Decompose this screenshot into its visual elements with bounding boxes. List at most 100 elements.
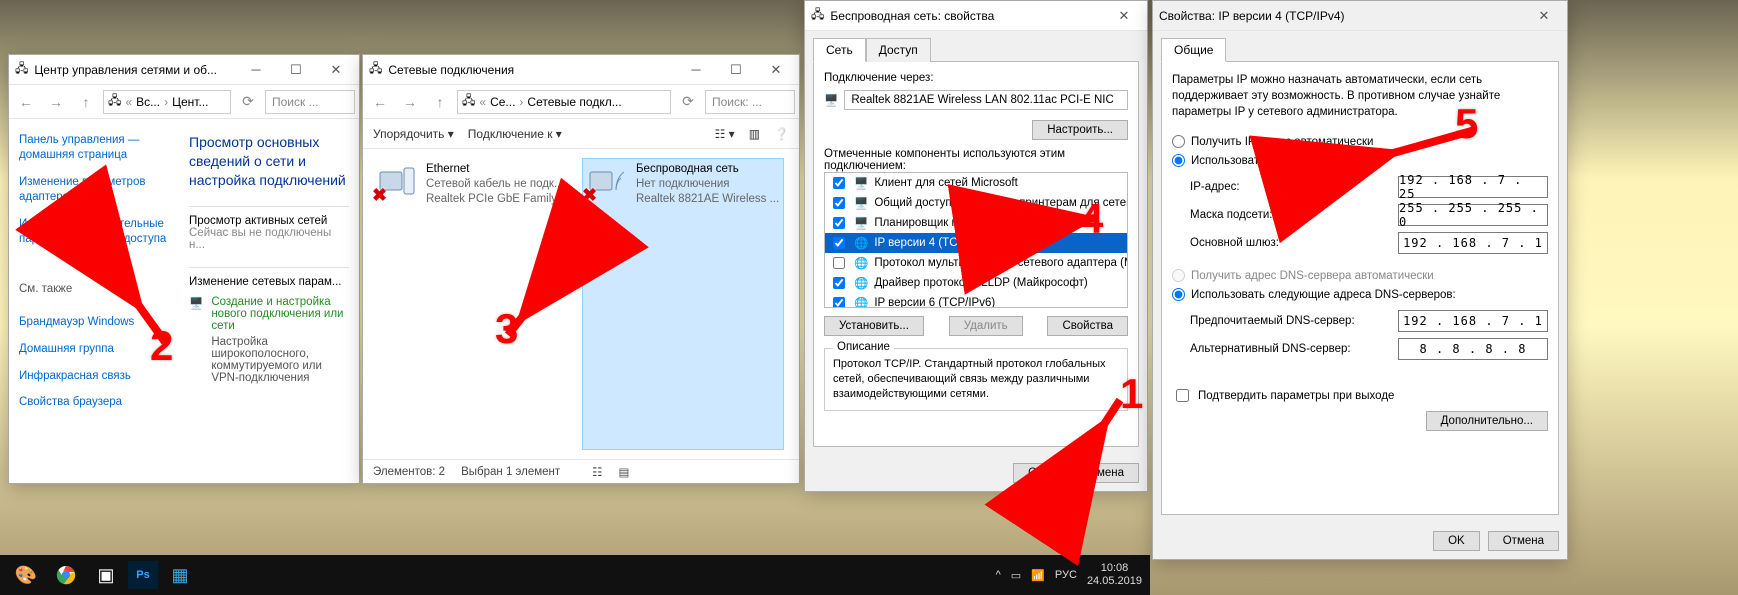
- crumb-part[interactable]: Цент...: [172, 95, 208, 109]
- new-connection-desc: Настройка широкополосного, коммутируемог…: [211, 336, 349, 384]
- tray-battery-icon[interactable]: ▭: [1011, 569, 1021, 582]
- window-title: Беспроводная сеть: свойства: [830, 9, 1101, 23]
- tray-wifi-icon[interactable]: 📶: [1031, 569, 1045, 582]
- back-button[interactable]: ←: [13, 89, 39, 115]
- search-input[interactable]: Поиск: ...: [705, 90, 795, 114]
- titlebar[interactable]: 🖧 Сетевые подключения ─ ☐ ✕: [363, 55, 799, 85]
- cp-home-link[interactable]: Панель управления — домашняя страница: [19, 133, 169, 163]
- connection-name: Беспроводная сеть: [636, 162, 779, 177]
- dns-manual-radio-row[interactable]: Использовать следующие адреса DNS-сервер…: [1172, 288, 1548, 301]
- titlebar[interactable]: 🖧 Беспроводная сеть: свойства ✕: [805, 1, 1147, 31]
- component-row[interactable]: 🌐Драйвер протокола LLDP (Майкрософт): [825, 273, 1127, 293]
- tray-chevron-icon[interactable]: ^: [996, 569, 1001, 581]
- gateway-field[interactable]: 192 . 168 . 7 . 1: [1398, 232, 1548, 254]
- refresh-button[interactable]: ⟳: [675, 89, 701, 115]
- show-toolbar-button[interactable]: ▥: [749, 127, 760, 141]
- tray-lang[interactable]: РУС: [1055, 569, 1077, 581]
- component-checkbox[interactable]: [833, 237, 845, 249]
- component-row[interactable]: 🖥️Клиент для сетей Microsoft: [825, 173, 1127, 193]
- component-row[interactable]: 🌐IP версии 6 (TCP/IPv6): [825, 293, 1127, 308]
- maximize-button[interactable]: ☐: [279, 59, 313, 81]
- search-input[interactable]: Поиск ...: [265, 90, 355, 114]
- dns-manual-radio[interactable]: [1172, 288, 1185, 301]
- ip-field[interactable]: 192 . 168 . 7 . 25: [1398, 176, 1548, 198]
- component-checkbox[interactable]: [833, 217, 845, 229]
- browser-props-link[interactable]: Свойства браузера: [19, 395, 169, 410]
- ip-manual-radio[interactable]: [1172, 154, 1185, 167]
- cancel-button[interactable]: Отмена: [1068, 463, 1139, 483]
- forward-button[interactable]: →: [397, 89, 423, 115]
- breadcrumb[interactable]: 🖧 « Вс... › Цент...: [103, 90, 231, 114]
- wifi-connection[interactable]: ✖ Беспроводная сеть Нет подключения Real…: [583, 159, 783, 449]
- system-tray[interactable]: ^ ▭ 📶 РУС 10:08 24.05.2019: [996, 562, 1142, 588]
- component-checkbox[interactable]: [833, 277, 845, 289]
- crumb-part[interactable]: Вс...: [136, 95, 160, 109]
- crumb-part[interactable]: Се...: [490, 95, 515, 109]
- taskbar-app-icon[interactable]: ▦: [162, 558, 198, 592]
- advanced-button[interactable]: Дополнительно...: [1426, 411, 1548, 431]
- refresh-button[interactable]: ⟳: [235, 89, 261, 115]
- ip-auto-radio[interactable]: [1172, 135, 1185, 148]
- breadcrumb[interactable]: 🖧 « Се... › Сетевые подкл...: [457, 90, 671, 114]
- taskbar-terminal-icon[interactable]: ▣: [88, 558, 124, 592]
- view-details-button[interactable]: ☷: [592, 465, 602, 479]
- close-button[interactable]: ✕: [319, 59, 353, 81]
- description-text: Протокол TCP/IP. Стандартный протокол гл…: [833, 357, 1119, 402]
- connection-status: Сетевой кабель не подк...: [426, 177, 570, 192]
- view-icons-button[interactable]: ☷ ▾: [715, 127, 735, 141]
- organize-menu[interactable]: Упорядочить ▾: [373, 127, 454, 141]
- view-tiles-button[interactable]: ▤: [618, 465, 629, 479]
- install-button[interactable]: Установить...: [824, 316, 924, 336]
- crumb-part[interactable]: Сетевые подкл...: [527, 95, 621, 109]
- ip-manual-radio-row[interactable]: Использовать следующий IP-адрес:: [1172, 154, 1548, 167]
- taskbar-paint-icon[interactable]: 🎨: [8, 558, 44, 592]
- close-button[interactable]: ✕: [1527, 5, 1561, 27]
- tab-general[interactable]: Общие: [1161, 38, 1226, 62]
- homegroup-link[interactable]: Домашняя группа: [19, 342, 169, 357]
- back-button[interactable]: ←: [367, 89, 393, 115]
- firewall-link[interactable]: Брандмауэр Windows: [19, 315, 169, 330]
- dns1-label: Предпочитаемый DNS-сервер:: [1190, 315, 1388, 327]
- taskbar[interactable]: 🎨 ▣ Ps ▦ ^ ▭ 📶 РУС 10:08 24.05.2019: [0, 555, 1150, 595]
- tab-network[interactable]: Сеть: [813, 38, 866, 62]
- ok-button[interactable]: OK: [1433, 531, 1480, 551]
- connect-to-menu[interactable]: Подключение к ▾: [468, 127, 562, 141]
- tab-sharing[interactable]: Доступ: [866, 38, 931, 62]
- close-button[interactable]: ✕: [759, 59, 793, 81]
- titlebar[interactable]: Свойства: IP версии 4 (TCP/IPv4) ✕: [1153, 1, 1567, 31]
- titlebar[interactable]: 🖧 Центр управления сетями и об... ─ ☐ ✕: [9, 55, 359, 85]
- sharing-settings-link[interactable]: Изменить дополнительные параметры общего…: [19, 217, 169, 247]
- properties-button[interactable]: Свойства: [1047, 316, 1128, 336]
- ip-auto-label: Получить IP-адрес автоматически: [1191, 136, 1373, 148]
- tray-clock[interactable]: 10:08 24.05.2019: [1087, 562, 1142, 588]
- validate-checkbox[interactable]: [1176, 389, 1189, 402]
- component-checkbox[interactable]: [833, 197, 845, 209]
- dns1-field[interactable]: 192 . 168 . 7 . 1: [1398, 310, 1548, 332]
- mask-label: Маска подсети:: [1190, 209, 1388, 221]
- maximize-button[interactable]: ☐: [719, 59, 753, 81]
- adapter-settings-link[interactable]: Изменение параметров адаптера: [19, 175, 169, 205]
- ip-auto-radio-row[interactable]: Получить IP-адрес автоматически: [1172, 135, 1548, 148]
- dns2-field[interactable]: 8 . 8 . 8 . 8: [1398, 338, 1548, 360]
- mask-field[interactable]: 255 . 255 . 255 . 0: [1398, 204, 1548, 226]
- minimize-button[interactable]: ─: [679, 59, 713, 81]
- new-connection-link[interactable]: Создание и настройка нового подключения …: [211, 296, 343, 332]
- minimize-button[interactable]: ─: [239, 59, 273, 81]
- configure-button[interactable]: Настроить...: [1032, 120, 1128, 140]
- close-button[interactable]: ✕: [1107, 5, 1141, 27]
- forward-button[interactable]: →: [43, 89, 69, 115]
- up-button[interactable]: ↑: [427, 89, 453, 115]
- ir-link[interactable]: Инфракрасная связь: [19, 369, 169, 384]
- cancel-button[interactable]: Отмена: [1488, 531, 1559, 551]
- step-3: 3: [495, 305, 518, 353]
- component-checkbox[interactable]: [833, 297, 845, 308]
- help-button[interactable]: ❔: [774, 127, 789, 141]
- component-checkbox[interactable]: [833, 257, 845, 269]
- ethernet-connection[interactable]: ✖ Ethernet Сетевой кабель не подк... Rea…: [373, 159, 573, 449]
- ok-button[interactable]: OK: [1013, 463, 1060, 483]
- taskbar-chrome-icon[interactable]: [48, 558, 84, 592]
- taskbar-photoshop-icon[interactable]: Ps: [128, 561, 158, 589]
- up-button[interactable]: ↑: [73, 89, 99, 115]
- component-row[interactable]: 🌐Протокол мультиплексора сетевого адапте…: [825, 253, 1127, 273]
- component-checkbox[interactable]: [833, 177, 845, 189]
